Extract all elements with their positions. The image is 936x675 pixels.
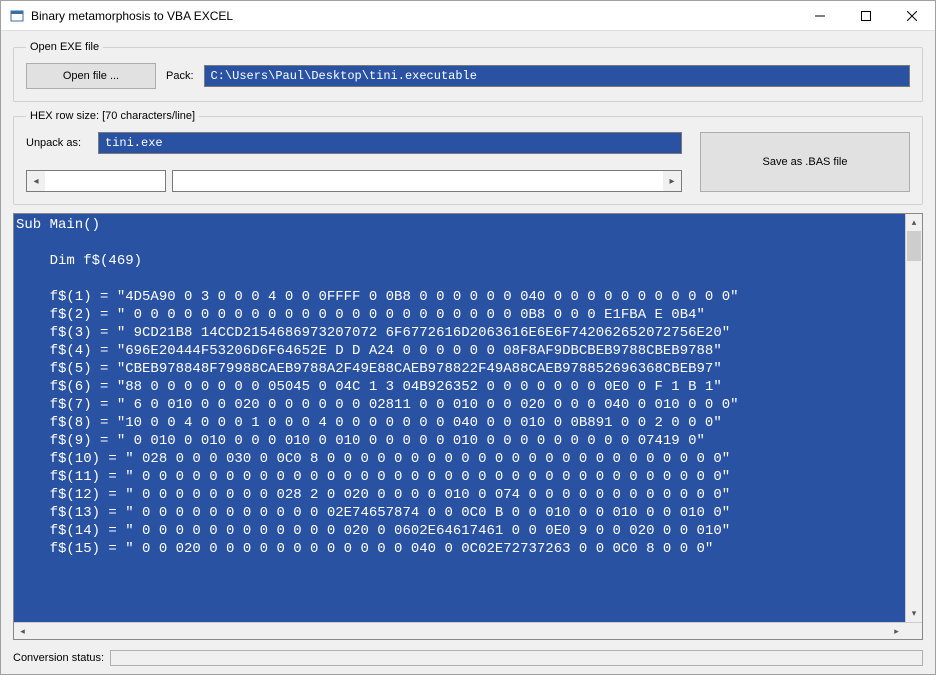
hex-row-group: HEX row size: [70 characters/line] Unpac…	[13, 110, 923, 205]
window-title: Binary metamorphosis to VBA EXCEL	[31, 9, 797, 23]
titlebar: Binary metamorphosis to VBA EXCEL	[1, 1, 935, 31]
scroll-up-icon[interactable]: ▴	[906, 214, 922, 231]
scroll-left-icon[interactable]: ◂	[14, 623, 31, 639]
save-bas-button[interactable]: Save as .BAS file	[700, 132, 910, 192]
hex-left-scrollbox[interactable]: ◂	[26, 170, 166, 192]
code-textarea[interactable]: Sub Main() Dim f$(469) f$(1) = "4D5A90 0…	[14, 214, 922, 622]
scroll-thumb[interactable]	[907, 231, 921, 261]
pack-label: Pack:	[166, 70, 194, 82]
open-file-group: Open EXE file Open file ... Pack:	[13, 41, 923, 102]
pack-path-input[interactable]	[204, 65, 910, 87]
vertical-scrollbar[interactable]: ▴ ▾	[905, 214, 922, 622]
code-output-box: Sub Main() Dim f$(469) f$(1) = "4D5A90 0…	[13, 213, 923, 640]
open-file-button[interactable]: Open file ...	[26, 63, 156, 89]
app-window: Binary metamorphosis to VBA EXCEL Open E…	[0, 0, 936, 675]
window-controls	[797, 1, 935, 30]
open-file-legend: Open EXE file	[26, 41, 103, 53]
scroll-right-icon[interactable]: ▸	[663, 171, 681, 191]
unpack-filename-input[interactable]	[98, 132, 682, 154]
minimize-button[interactable]	[797, 1, 843, 30]
status-label: Conversion status:	[13, 652, 104, 664]
scroll-left-icon[interactable]: ◂	[27, 171, 45, 191]
hex-row-legend: HEX row size: [70 characters/line]	[26, 110, 199, 122]
horizontal-scrollbar[interactable]: ◂ ▸	[14, 622, 922, 639]
close-button[interactable]	[889, 1, 935, 30]
scroll-right-icon[interactable]: ▸	[888, 623, 905, 639]
maximize-button[interactable]	[843, 1, 889, 30]
client-area: Open EXE file Open file ... Pack: HEX ro…	[1, 31, 935, 674]
status-field	[110, 650, 923, 666]
hex-right-scrollbox[interactable]: ▸	[172, 170, 682, 192]
app-icon	[9, 8, 25, 24]
scroll-down-icon[interactable]: ▾	[906, 605, 922, 622]
status-bar: Conversion status:	[13, 648, 923, 666]
unpack-label: Unpack as:	[26, 137, 88, 149]
